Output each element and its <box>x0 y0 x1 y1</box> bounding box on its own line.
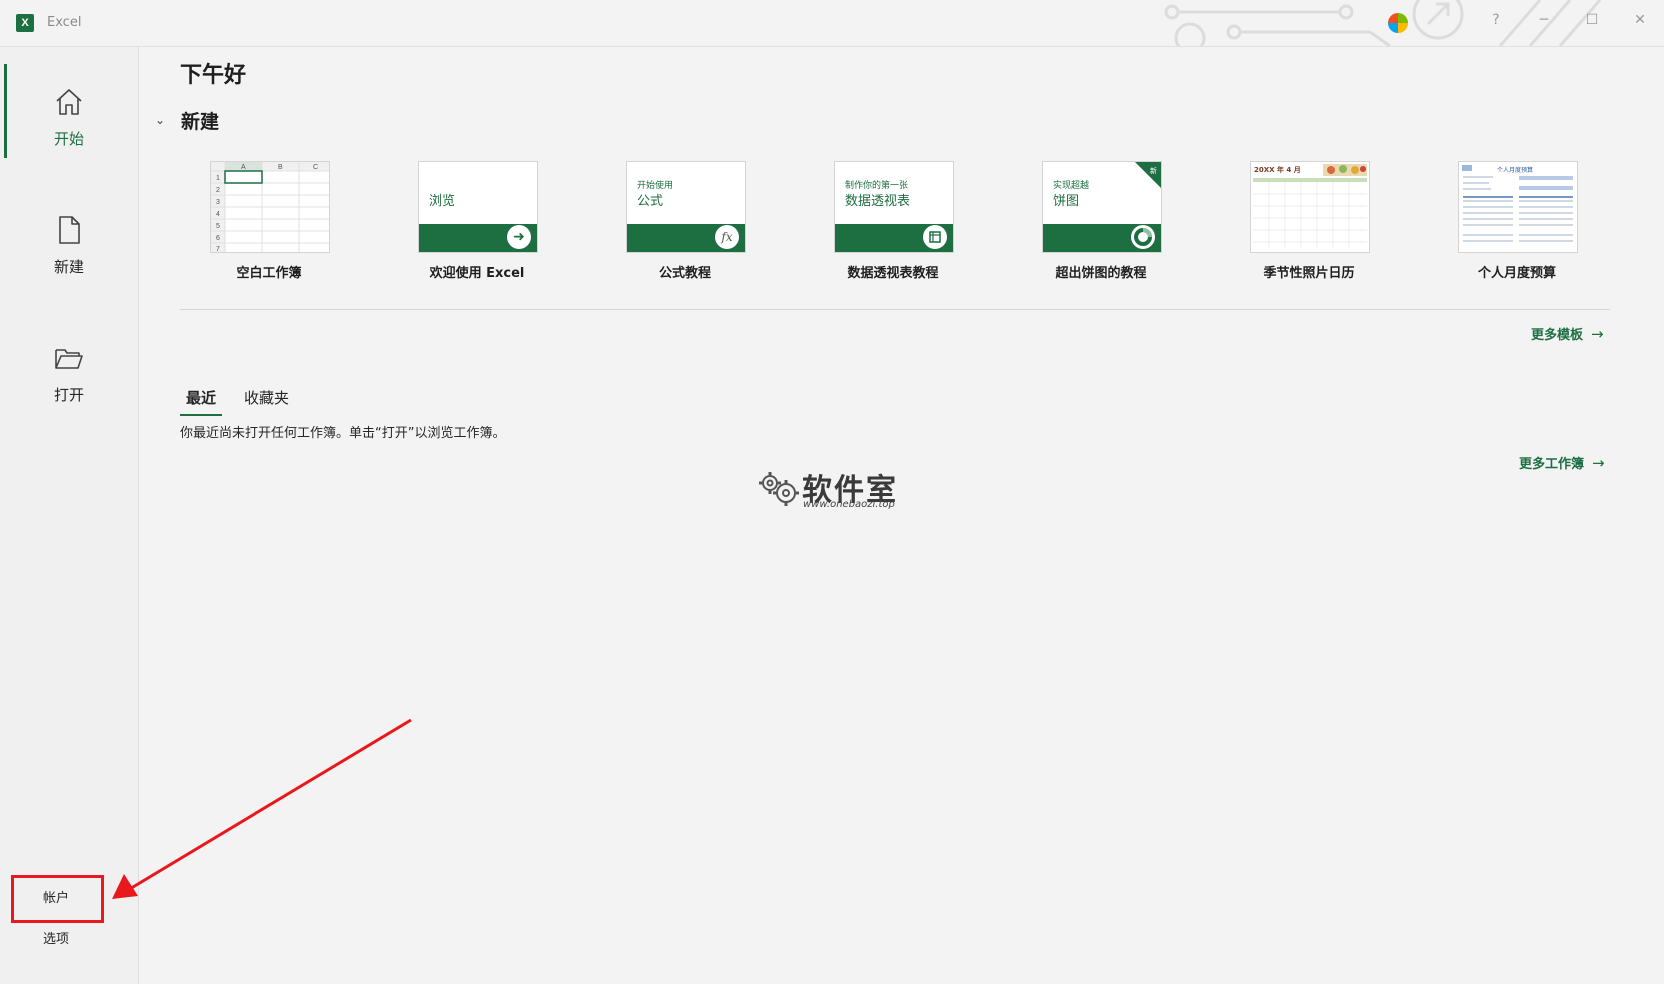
function-fx-icon: fx <box>715 225 739 249</box>
template-formula-tutorial[interactable]: 开始使用 公式 fx 公式教程 <box>605 161 765 291</box>
template-thumbnail: 浏览 ➜ <box>418 161 538 253</box>
spreadsheet-grid-icon: A B C 1 2 3 4 5 6 7 <box>211 162 329 252</box>
more-templates-label: 更多模板 <box>1531 328 1584 343</box>
calendar-preview <box>1253 164 1367 248</box>
more-templates-link[interactable]: 更多模板 → <box>1531 324 1604 343</box>
template-label: 超出饼图的教程 <box>1055 266 1147 281</box>
new-section-title: 新建 <box>181 110 220 133</box>
thumb-title: 数据透视表 <box>845 194 911 209</box>
template-beyond-pie[interactable]: 新 实现超越 饼图 超出饼图的教程 <box>1021 161 1181 291</box>
annotation-highlight-box <box>11 875 104 923</box>
microsoft-logo-icon <box>1388 13 1408 33</box>
template-label: 数据透视表教程 <box>847 266 939 281</box>
row-header: 5 <box>216 223 220 230</box>
greeting: 下午好 <box>180 63 247 88</box>
template-thumbnail: 个人月度预算 <box>1458 161 1578 253</box>
nav-new[interactable]: 新建 <box>0 198 138 298</box>
close-button[interactable]: ✕ <box>1628 12 1652 28</box>
row-header: 4 <box>216 211 220 218</box>
new-badge-icon: 新 <box>1135 162 1161 188</box>
thumb-title: 20XX 年 4 月 <box>1254 166 1301 174</box>
col-header: A <box>241 164 246 171</box>
watermark-url: www.onebaozi.top <box>803 499 895 510</box>
app-title: Excel <box>47 15 82 30</box>
template-thumbnail: 新 实现超越 饼图 <box>1042 161 1162 253</box>
budget-preview <box>1462 165 1573 242</box>
col-header: B <box>278 164 283 171</box>
pivot-table-icon <box>923 225 947 249</box>
template-monthly-budget[interactable]: 个人月度预算 个人月度预算 <box>1437 161 1597 291</box>
row-header: 3 <box>216 199 220 206</box>
title-bar: X Excel ? ─ ☐ ✕ <box>0 0 1664 47</box>
arrow-right-icon: ➜ <box>507 225 531 249</box>
template-photo-calendar[interactable]: 20XX 年 4 月 季节性照片日历 <box>1229 161 1389 291</box>
left-nav: 开始 新建 打开 帐户 选项 <box>0 47 139 984</box>
thumb-title: 饼图 <box>1053 194 1080 209</box>
nav-options[interactable]: 选项 <box>10 920 120 960</box>
nav-open[interactable]: 打开 <box>0 326 138 426</box>
template-thumbnail: 制作你的第一张 数据透视表 <box>834 161 954 253</box>
row-header: 7 <box>216 246 220 252</box>
thumb-title: 公式 <box>637 194 664 209</box>
thumb-band <box>835 224 953 252</box>
template-label: 公式教程 <box>658 266 711 281</box>
recent-empty-message: 你最近尚未打开任何工作簿。单击“打开”以浏览工作簿。 <box>180 426 506 441</box>
arrow-right-icon: → <box>1592 454 1605 472</box>
thumb-band: fx <box>627 224 745 252</box>
arrow-right-icon: → <box>1591 325 1604 343</box>
donut-chart-icon <box>1131 225 1155 249</box>
help-button[interactable]: ? <box>1484 12 1508 28</box>
template-welcome-excel[interactable]: 浏览 ➜ 欢迎使用 Excel <box>397 161 557 291</box>
thumb-title: 个人月度预算 <box>1497 167 1534 174</box>
row-header: 2 <box>216 187 220 194</box>
maximize-button[interactable]: ☐ <box>1580 12 1604 28</box>
col-header: C <box>313 164 318 171</box>
template-pivot-tutorial[interactable]: 制作你的第一张 数据透视表 数据透视表教程 <box>813 161 973 291</box>
svg-text:新: 新 <box>1150 166 1157 175</box>
tab-favorites[interactable]: 收藏夹 <box>238 383 295 416</box>
row-header: 1 <box>216 175 220 182</box>
tab-recent[interactable]: 最近 <box>180 383 223 416</box>
recent-tabs: 最近 收藏夹 <box>180 383 311 416</box>
thumb-title: 浏览 <box>429 194 456 209</box>
row-header: 6 <box>216 235 220 242</box>
nav-open-label: 打开 <box>53 386 84 404</box>
nav-new-label: 新建 <box>53 258 84 276</box>
section-divider <box>180 309 1610 310</box>
watermark: 软件室 www.onebaozi.top <box>756 465 926 510</box>
minimize-button[interactable]: ─ <box>1532 12 1556 28</box>
template-thumbnail: A B C 1 2 3 4 5 6 7 <box>210 161 330 253</box>
more-workbooks-link[interactable]: 更多工作簿 → <box>1519 453 1605 472</box>
new-section-toggle[interactable]: ⌄ 新建 <box>155 105 219 135</box>
home-icon <box>56 89 82 115</box>
thumb-band: ➜ <box>419 224 537 252</box>
more-workbooks-label: 更多工作簿 <box>1519 457 1585 472</box>
main-content: 下午好 ⌄ 新建 A B C 1 2 3 4 5 6 7 空白工作簿 浏览 ➜ … <box>139 47 1664 984</box>
template-blank-workbook[interactable]: A B C 1 2 3 4 5 6 7 空白工作簿 <box>189 161 349 291</box>
template-label: 欢迎使用 Excel <box>429 266 525 281</box>
template-thumbnail: 20XX 年 4 月 <box>1250 161 1370 253</box>
new-document-icon <box>59 216 80 244</box>
template-label: 个人月度预算 <box>1477 266 1556 281</box>
gears-icon <box>759 472 799 506</box>
nav-home-label: 开始 <box>53 130 84 148</box>
thumb-band <box>1043 224 1161 252</box>
open-folder-icon <box>55 349 83 369</box>
nav-home[interactable]: 开始 <box>0 70 138 170</box>
excel-icon: X <box>16 14 34 32</box>
template-thumbnail: 开始使用 公式 fx <box>626 161 746 253</box>
template-label: 季节性照片日历 <box>1263 266 1355 281</box>
template-label: 空白工作簿 <box>236 266 302 281</box>
chevron-down-icon: ⌄ <box>155 113 166 127</box>
